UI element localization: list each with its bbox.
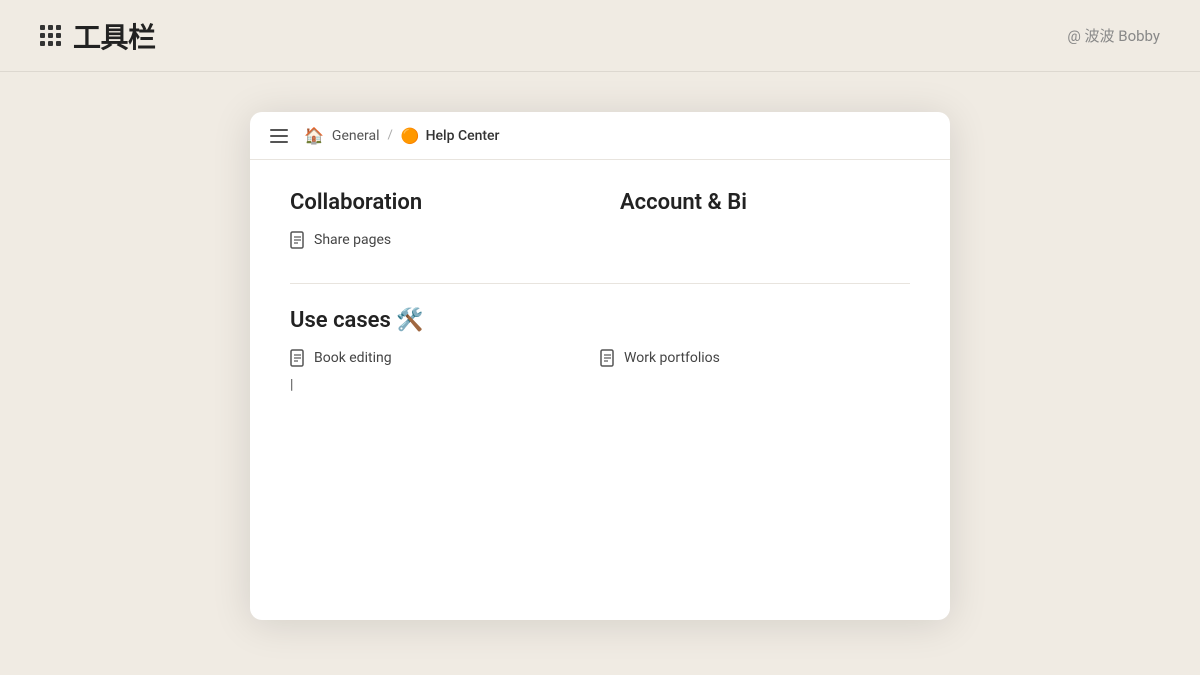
use-cases-columns: Book editing | [290,349,910,393]
share-pages-icon [290,231,306,249]
account-billing-column: Account & Bi [600,190,910,259]
book-editing-icon [290,349,306,367]
book-editing-label: Book editing [314,350,392,366]
breadcrumb-home-label[interactable]: General [332,128,380,144]
use-cases-section: Use cases 🛠️ [290,308,910,393]
user-info: @ 波波 Bobby [1067,25,1160,46]
work-portfolios-icon [600,349,616,367]
top-bar-left: 工具栏 [40,16,156,56]
main-content: 🏠 General / 🟠 Help Center Collaboration [0,72,1200,660]
book-editing-item[interactable]: Book editing [290,349,600,367]
divider [290,283,910,284]
cursor-indicator: | [290,377,600,393]
use-cases-right: Work portfolios [600,349,910,393]
breadcrumb-separator: / [388,128,393,143]
share-pages-label: Share pages [314,232,391,248]
breadcrumb: 🏠 General / 🟠 Help Center [304,126,499,145]
use-cases-header: Use cases 🛠️ [290,308,910,333]
breadcrumb-current: 🟠 Help Center [401,127,500,145]
breadcrumb-current-icon: 🟠 [401,127,420,145]
page-title: 工具栏 [73,16,156,56]
share-pages-item[interactable]: Share pages [290,231,600,249]
grid-icon[interactable] [40,25,61,46]
collaboration-column: Collaboration Share pages [290,190,600,259]
use-cases-left: Book editing | [290,349,600,393]
browser-window: 🏠 General / 🟠 Help Center Collaboration [250,112,950,620]
work-portfolios-item[interactable]: Work portfolios [600,349,910,367]
account-billing-header: Account & Bi [600,190,910,215]
collaboration-header: Collaboration [290,190,600,215]
top-columns: Collaboration Share pages [290,190,910,259]
browser-toolbar: 🏠 General / 🟠 Help Center [250,112,950,160]
top-bar: 工具栏 @ 波波 Bobby [0,0,1200,72]
breadcrumb-home-icon: 🏠 [304,126,324,145]
content-area: Collaboration Share pages [250,160,950,620]
work-portfolios-label: Work portfolios [624,350,720,366]
breadcrumb-current-label[interactable]: Help Center [426,128,500,144]
hamburger-icon[interactable] [270,129,288,143]
